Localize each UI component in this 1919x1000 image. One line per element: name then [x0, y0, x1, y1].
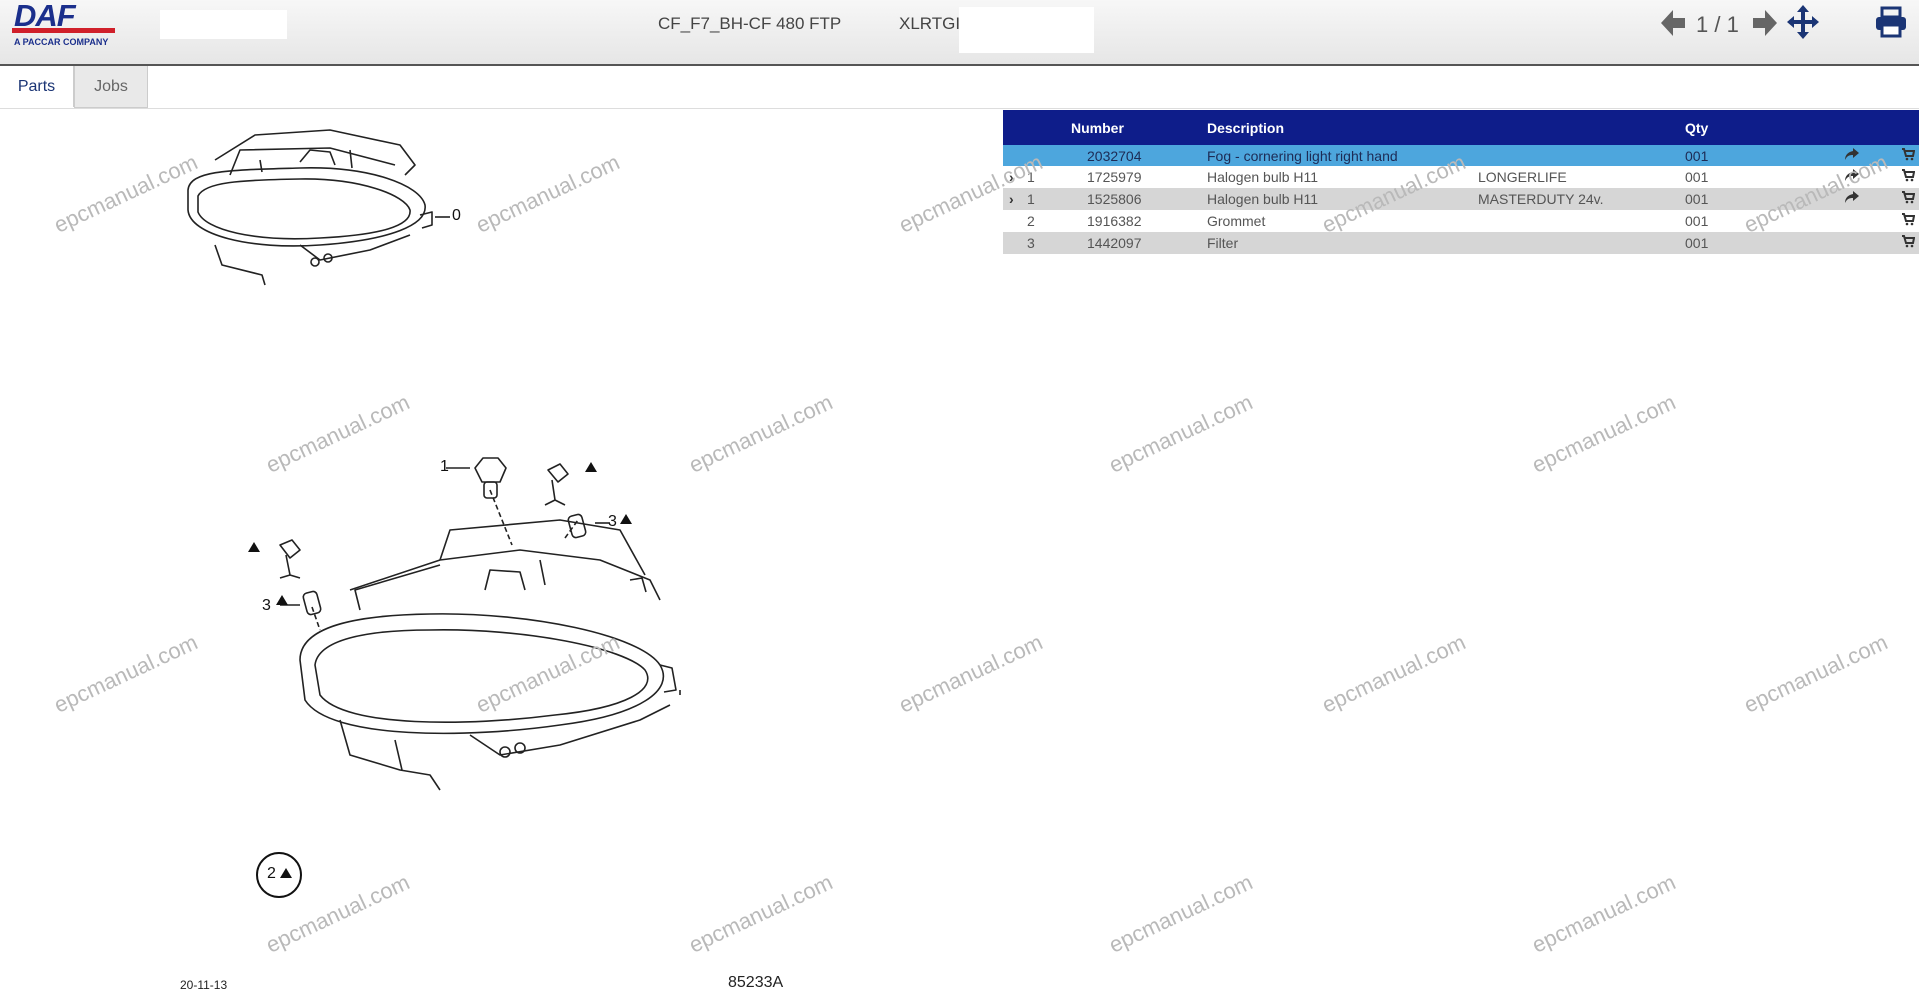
part-number: 1916382 — [1087, 213, 1142, 229]
part-remark: LONGERLIFE — [1478, 169, 1567, 185]
cart-icon[interactable] — [1901, 212, 1916, 229]
column-description[interactable]: Description — [1207, 120, 1284, 136]
overview-lamp-illustration — [187, 129, 433, 286]
part-description: Halogen bulb H11 — [1207, 169, 1319, 185]
part-description: Filter — [1207, 235, 1239, 251]
part-number: 1442097 — [1087, 235, 1142, 251]
main-lamp-illustration — [299, 519, 677, 791]
parts-table: Number Description Qty 2032704 Fog - cor… — [1003, 110, 1919, 254]
watermark: epcmanual.com — [1105, 869, 1257, 958]
part-position: 2 — [1027, 213, 1035, 229]
share-arrow-icon[interactable] — [1843, 166, 1861, 187]
table-row[interactable]: 3 1442097 Filter 001 — [1003, 232, 1919, 254]
part-position: 1 — [1027, 191, 1035, 207]
expand-chevron-icon[interactable]: › — [1009, 169, 1014, 185]
callout-2: 2 — [267, 865, 276, 882]
part-number: 1725979 — [1087, 169, 1142, 185]
part-qty: 001 — [1685, 235, 1709, 251]
cart-icon[interactable] — [1901, 147, 1916, 164]
part-remark: MASTERDUTY 24v. — [1478, 191, 1604, 207]
watermark: epcmanual.com — [1740, 629, 1892, 718]
cart-icon[interactable] — [1901, 234, 1916, 251]
expand-chevron-icon[interactable]: › — [1009, 191, 1014, 207]
part-qty: 001 — [1685, 169, 1709, 185]
column-number[interactable]: Number — [1071, 120, 1124, 136]
part-description: Halogen bulb H11 — [1207, 191, 1319, 207]
table-row[interactable]: 2 1916382 Grommet 001 — [1003, 210, 1919, 232]
part-qty: 001 — [1685, 213, 1709, 229]
callout-3-left[interactable]: 3 — [262, 597, 271, 615]
table-row[interactable]: › 1 1725979 Halogen bulb H11 LONGERLIFE … — [1003, 166, 1919, 188]
part-position: 3 — [1027, 235, 1035, 251]
part-qty: 001 — [1685, 191, 1709, 207]
bulb-left — [279, 539, 301, 579]
callout-0[interactable]: 0 — [452, 207, 461, 225]
callout-circle-2[interactable] — [256, 852, 302, 898]
table-row[interactable]: › 1 1525806 Halogen bulb H11 MASTERDUTY … — [1003, 188, 1919, 210]
part-qty: 001 — [1685, 148, 1709, 164]
page-indicator: 1 / 1 — [1696, 12, 1739, 37]
cart-icon[interactable] — [1901, 168, 1916, 185]
table-header: Number Description Qty — [1003, 110, 1919, 145]
share-arrow-icon[interactable] — [1843, 145, 1861, 166]
part-position: 1 — [1027, 169, 1035, 185]
table-row[interactable]: 2032704 Fog - cornering light right hand… — [1003, 145, 1919, 166]
watermark: epcmanual.com — [1528, 389, 1680, 478]
arrow-left-icon[interactable] — [1658, 6, 1688, 40]
exploded-parts-drawing[interactable] — [0, 0, 1000, 1000]
part-description: Fog - cornering light right hand — [1207, 148, 1398, 164]
share-arrow-icon[interactable] — [1843, 188, 1861, 209]
watermark: epcmanual.com — [1528, 869, 1680, 958]
print-icon[interactable] — [1874, 6, 1908, 38]
drawing-number: 85233A — [728, 974, 784, 991]
watermark: epcmanual.com — [1105, 389, 1257, 478]
watermark: epcmanual.com — [1318, 629, 1470, 718]
bulb-right — [544, 463, 569, 506]
move-icon[interactable] — [1786, 4, 1820, 40]
part-number: 1525806 — [1087, 191, 1142, 207]
callout-1[interactable]: 1 — [440, 458, 449, 476]
cart-icon[interactable] — [1901, 190, 1916, 207]
part-description: Grommet — [1207, 213, 1266, 229]
arrow-right-icon[interactable] — [1750, 6, 1780, 40]
callout-3-right[interactable]: 3 — [608, 513, 617, 531]
drawing-date: 20-11-13 — [180, 978, 228, 992]
column-qty[interactable]: Qty — [1685, 120, 1708, 136]
part-number: 2032704 — [1087, 148, 1142, 164]
